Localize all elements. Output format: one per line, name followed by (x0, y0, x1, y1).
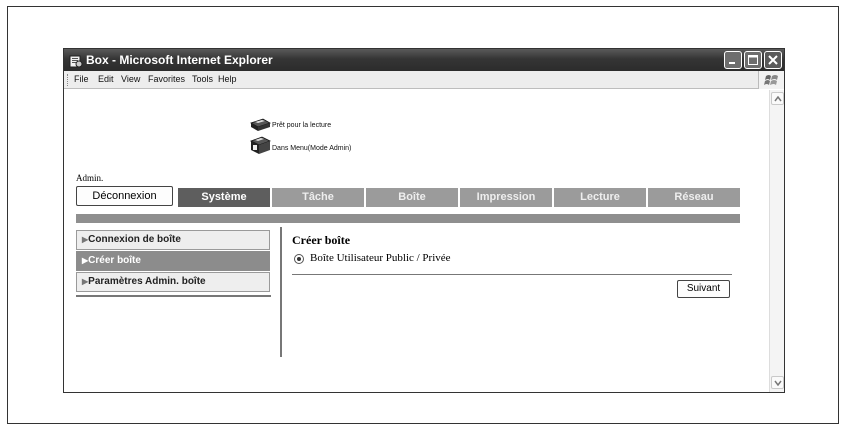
panel-rule (292, 274, 732, 275)
scroll-up-button[interactable] (771, 92, 784, 105)
panel-title: Créer boîte (292, 233, 351, 247)
panel-divider (280, 227, 282, 357)
window-title: Box - Microsoft Internet Explorer (86, 53, 273, 67)
menu-view[interactable]: View (121, 74, 140, 84)
menu-file[interactable]: File (74, 74, 89, 84)
tab-lecture[interactable]: Lecture (554, 188, 646, 207)
ie-page-icon (69, 53, 83, 68)
sidebar-item-label: Paramètres Admin. boîte (88, 276, 206, 287)
box-type-label: Boîte Utilisateur Public / Privée (310, 252, 451, 264)
vertical-scrollbar[interactable] (769, 90, 784, 392)
menu-tools[interactable]: Tools (192, 74, 213, 84)
toolbar-grip[interactable] (67, 74, 69, 86)
menu-bar: File Edit View Favorites Tools Help (64, 71, 784, 89)
sidebar-divider (76, 295, 271, 297)
tab-impression[interactable]: Impression (460, 188, 552, 207)
status-ready-text: Prêt pour la lecture (272, 122, 332, 129)
section-band (76, 214, 740, 223)
sidebar-item-parametres[interactable]: ▶Paramètres Admin. boîte (76, 272, 270, 292)
printer-admin-icon (249, 136, 272, 160)
tab-reseau[interactable]: Réseau (648, 188, 740, 207)
browser-window: Box - Microsoft Internet Explorer File E… (63, 48, 785, 393)
menu-favorites[interactable]: Favorites (148, 74, 185, 84)
status-admin-mode-text: Dans Menu(Mode Admin) (272, 145, 352, 152)
maximize-button[interactable] (744, 51, 762, 69)
main-tab-bar: Déconnexion Système Tâche Boîte Impressi… (76, 186, 740, 208)
sidebar-item-connexion[interactable]: ▶Connexion de boîte (76, 230, 270, 250)
user-mode-label: Admin. (76, 173, 104, 183)
minimize-button[interactable] (724, 51, 742, 69)
windows-flag-icon (758, 71, 784, 89)
next-button[interactable]: Suivant (677, 280, 730, 298)
box-type-radio[interactable] (294, 254, 304, 264)
scroll-down-button[interactable] (771, 376, 784, 389)
sidebar-item-label: Connexion de boîte (88, 234, 181, 245)
menu-edit[interactable]: Edit (98, 74, 114, 84)
tab-systeme[interactable]: Système (178, 188, 270, 207)
page-content: Prêt pour la lecture Dans Menu(Mode Admi… (64, 90, 769, 392)
window-titlebar[interactable]: Box - Microsoft Internet Explorer (64, 49, 784, 71)
logout-button[interactable]: Déconnexion (76, 186, 173, 206)
sidebar-item-label: Créer boîte (88, 255, 141, 266)
menu-help[interactable]: Help (218, 74, 237, 84)
close-button[interactable] (764, 51, 782, 69)
sidebar-item-creer[interactable]: ▶Créer boîte (76, 251, 270, 271)
printer-icon (249, 117, 271, 137)
tab-boite[interactable]: Boîte (366, 188, 458, 207)
tab-tache[interactable]: Tâche (272, 188, 364, 207)
